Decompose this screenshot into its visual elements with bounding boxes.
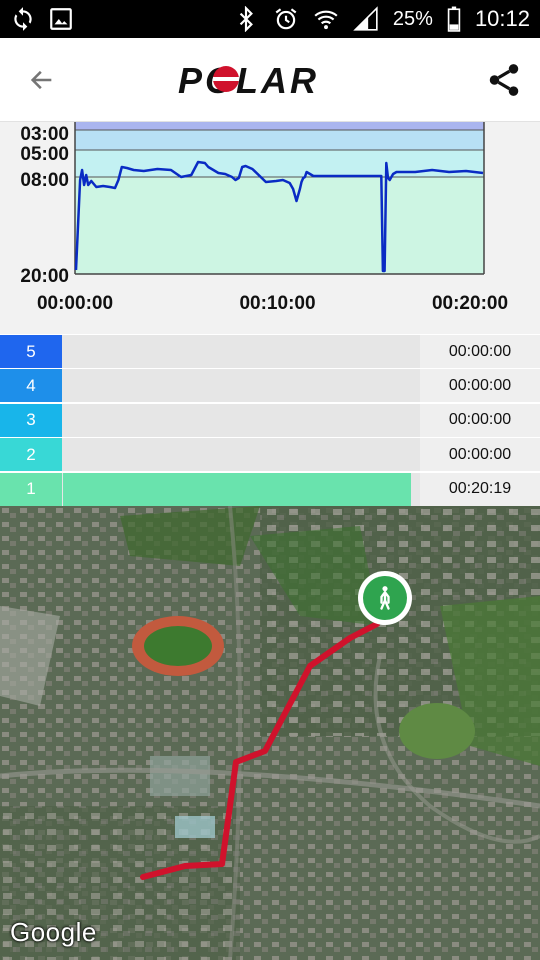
x-tick-label: 00:20:00 xyxy=(432,293,508,314)
sync-icon xyxy=(14,7,32,31)
bluetooth-icon xyxy=(239,6,253,32)
battery-icon xyxy=(447,6,461,32)
zone-band-5 xyxy=(75,122,484,130)
battery-percent: 25% xyxy=(392,7,433,30)
zone-time: 00:00:00 xyxy=(420,335,540,368)
signal-icon xyxy=(353,6,378,31)
zone-row-1: 1 00:20:19 xyxy=(0,472,540,506)
zone-label: 2 xyxy=(0,438,62,472)
logo-text: POLAR xyxy=(178,62,319,98)
route-map[interactable]: Google xyxy=(0,506,540,960)
y-tick-label: 03:00 xyxy=(20,124,69,145)
google-attribution: Google xyxy=(10,917,97,947)
zone-row-2: 2 00:00:00 xyxy=(0,438,540,472)
arrow-left-icon xyxy=(30,70,52,90)
polar-logo: POLAR xyxy=(178,62,319,98)
clock: 10:12 xyxy=(474,6,530,31)
x-tick-label: 00:10:00 xyxy=(239,293,315,314)
share-icon xyxy=(489,64,519,96)
walking-person-icon xyxy=(380,586,390,610)
start-marker[interactable] xyxy=(358,571,412,625)
zone-track xyxy=(63,335,418,368)
y-tick-label: 05:00 xyxy=(20,144,69,165)
zone-band-3 xyxy=(75,150,484,177)
y-tick-label: 08:00 xyxy=(20,170,69,191)
zone-label: 4 xyxy=(0,369,62,403)
zone-row-4: 4 00:00:00 xyxy=(0,369,540,403)
wifi-icon xyxy=(314,10,338,30)
map-satellite xyxy=(0,506,540,960)
back-button[interactable] xyxy=(20,60,64,100)
zone-time: 00:00:00 xyxy=(420,369,540,403)
y-tick-label: 20:00 xyxy=(20,266,69,287)
zone-track xyxy=(63,438,418,472)
status-bar: 25% 10:12 xyxy=(0,0,540,38)
zone-band-4 xyxy=(75,130,484,150)
zone-track xyxy=(63,403,418,437)
zone-label: 3 xyxy=(0,403,62,437)
zone-label: 5 xyxy=(0,335,62,368)
zone-row-5: 5 00:00:00 xyxy=(0,335,540,368)
x-tick-label: 00:00:00 xyxy=(37,293,113,314)
zone-time: 00:00:00 xyxy=(420,403,540,437)
heart-rate-chart: 03:00 05:00 08:00 20:00 00:00:00 00:10:00 00:2… xyxy=(0,122,540,334)
zone-time: 00:00:00 xyxy=(420,438,540,472)
image-icon xyxy=(50,8,72,30)
zone-band-2 xyxy=(75,177,484,274)
zone-bar xyxy=(63,472,411,506)
alarm-icon xyxy=(275,8,297,30)
zone-list: 5 00:00:00 4 00:00:00 3 00:00:00 2 00:00:00 1 00:… xyxy=(0,334,540,506)
share-button[interactable] xyxy=(482,58,526,102)
zone-label: 1 xyxy=(0,472,62,506)
zone-track xyxy=(63,369,418,403)
zone-row-3: 3 00:00:00 xyxy=(0,403,540,437)
app-bar: POLAR xyxy=(0,38,540,122)
chart-svg: 03:0005:00 08:00 20:00 00:00:00 00:10:00 00:2… xyxy=(20,122,508,314)
zone-time: 00:20:19 xyxy=(420,472,540,506)
